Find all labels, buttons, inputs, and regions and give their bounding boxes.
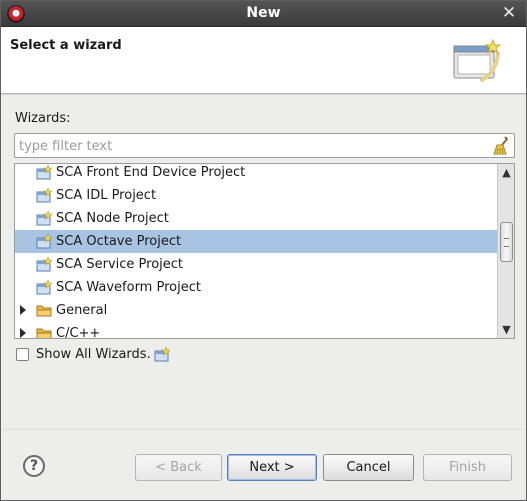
help-button[interactable]: ? xyxy=(23,455,45,477)
new-project-wizard-icon xyxy=(154,347,170,362)
tree-item-label: SCA Octave Project xyxy=(56,234,182,249)
tree-item-label: SCA IDL Project xyxy=(56,188,157,203)
new-project-wizard-icon xyxy=(36,188,52,203)
tree-item-general[interactable]: General xyxy=(15,299,498,322)
tree-item-label: SCA Front End Device Project xyxy=(56,165,246,180)
finish-button[interactable]: Finish xyxy=(423,454,512,481)
tree-item-sca-waveform-project[interactable]: SCA Waveform Project xyxy=(15,276,498,299)
new-project-wizard-icon xyxy=(36,211,52,226)
tree-item-sca-idl-project[interactable]: SCA IDL Project xyxy=(15,184,498,207)
folder-icon xyxy=(36,328,52,338)
tree-item-label: SCA Service Project xyxy=(56,257,184,272)
new-project-wizard-icon xyxy=(36,257,52,272)
scroll-thumb[interactable] xyxy=(500,222,513,262)
wizard-tree[interactable]: SCA Front End Device Project SCA IDL Pro… xyxy=(14,163,515,339)
cancel-button[interactable]: Cancel xyxy=(323,454,414,481)
tree-item-label: SCA Waveform Project xyxy=(56,280,201,295)
scroll-up-icon[interactable]: ▲ xyxy=(499,165,514,180)
tree-item-c-cpp[interactable]: C/C++ xyxy=(15,322,498,339)
next-button[interactable]: Next > xyxy=(227,454,317,481)
tree-item-sca-front-end-device-project[interactable]: SCA Front End Device Project xyxy=(15,164,498,184)
wizards-label: Wizards: xyxy=(15,111,71,126)
banner-separator xyxy=(1,94,526,96)
tree-item-label: C/C++ xyxy=(56,326,101,339)
new-project-wizard-icon xyxy=(36,165,52,180)
window-title: New xyxy=(246,5,281,21)
banner-heading: Select a wizard xyxy=(10,38,122,53)
filter-input[interactable] xyxy=(19,137,489,155)
tree-expand-icon[interactable] xyxy=(20,305,26,315)
title-bar: New ✕ xyxy=(1,1,526,27)
tree-item-sca-octave-project[interactable]: SCA Octave Project xyxy=(15,230,498,253)
wizard-banner-icon xyxy=(453,38,502,82)
tree-item-label: General xyxy=(56,303,108,318)
new-wizard-dialog: New ✕ Select a wizard Wizards: SCA Front xyxy=(0,0,527,501)
close-icon[interactable]: ✕ xyxy=(500,4,518,22)
show-all-wizards-checkbox[interactable] xyxy=(16,348,29,361)
tree-item-label: SCA Node Project xyxy=(56,211,169,226)
button-bar-separator xyxy=(1,429,526,430)
wizard-banner: Select a wizard xyxy=(1,27,526,94)
scroll-down-icon[interactable]: ▼ xyxy=(499,322,514,337)
show-all-wizards-label[interactable]: Show All Wizards. xyxy=(36,347,151,362)
back-button[interactable]: < Back xyxy=(135,454,222,481)
new-project-wizard-icon xyxy=(36,280,52,295)
new-project-wizard-icon xyxy=(36,234,52,249)
tree-item-sca-node-project[interactable]: SCA Node Project xyxy=(15,207,498,230)
tree-item-sca-service-project[interactable]: SCA Service Project xyxy=(15,253,498,276)
tree-expand-icon[interactable] xyxy=(20,328,26,338)
clear-filter-icon[interactable] xyxy=(491,136,511,156)
folder-icon xyxy=(36,305,52,317)
tree-vertical-scrollbar[interactable]: ▲ ▼ xyxy=(497,164,514,338)
filter-field[interactable] xyxy=(14,133,515,158)
